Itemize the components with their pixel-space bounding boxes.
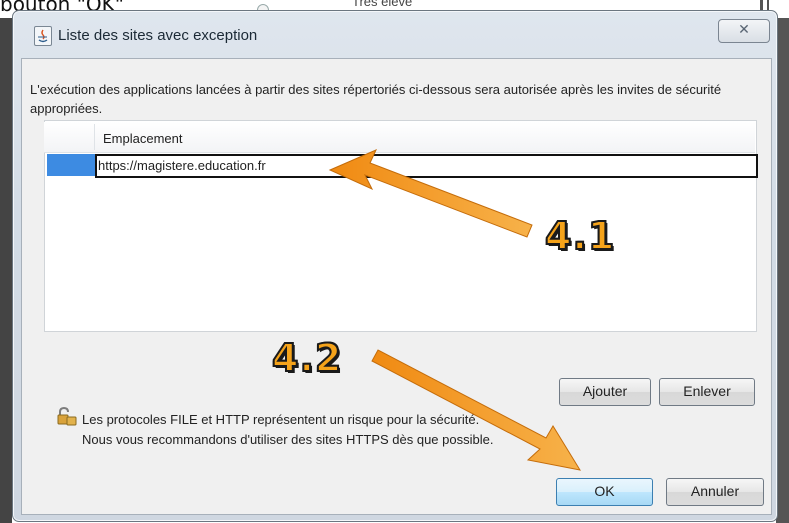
background-edge-left [0,18,12,523]
add-button[interactable]: Ajouter [559,378,651,406]
dialog-title: Liste des sites avec exception [58,27,258,44]
java-applet-icon [34,26,52,46]
warning-line-2: Nous vous recommandons d'utiliser des si… [82,432,494,447]
location-cell-value[interactable]: https://magistere.education.fr [98,158,266,173]
security-warning: Les protocoles FILE et HTTP représentent… [82,410,493,450]
close-icon: ✕ [738,22,750,38]
ok-button[interactable]: OK [556,478,653,506]
annotation-label-4-2: 4.2 [271,335,343,381]
background-label: Très élevé [352,0,413,9]
column-header-location[interactable]: Emplacement [103,131,182,146]
remove-button[interactable]: Enlever [659,378,755,406]
cancel-button[interactable]: Annuler [666,478,764,506]
column-divider [94,124,95,150]
dialog-description: L'exécution des applications lancées à p… [30,82,722,116]
close-button[interactable]: ✕ [718,19,770,43]
annotation-label-4-1: 4.1 [544,213,616,259]
padlock-icon [56,406,78,432]
warning-line-1: Les protocoles FILE et HTTP représentent… [82,412,480,427]
table-row-selector[interactable] [47,154,95,176]
